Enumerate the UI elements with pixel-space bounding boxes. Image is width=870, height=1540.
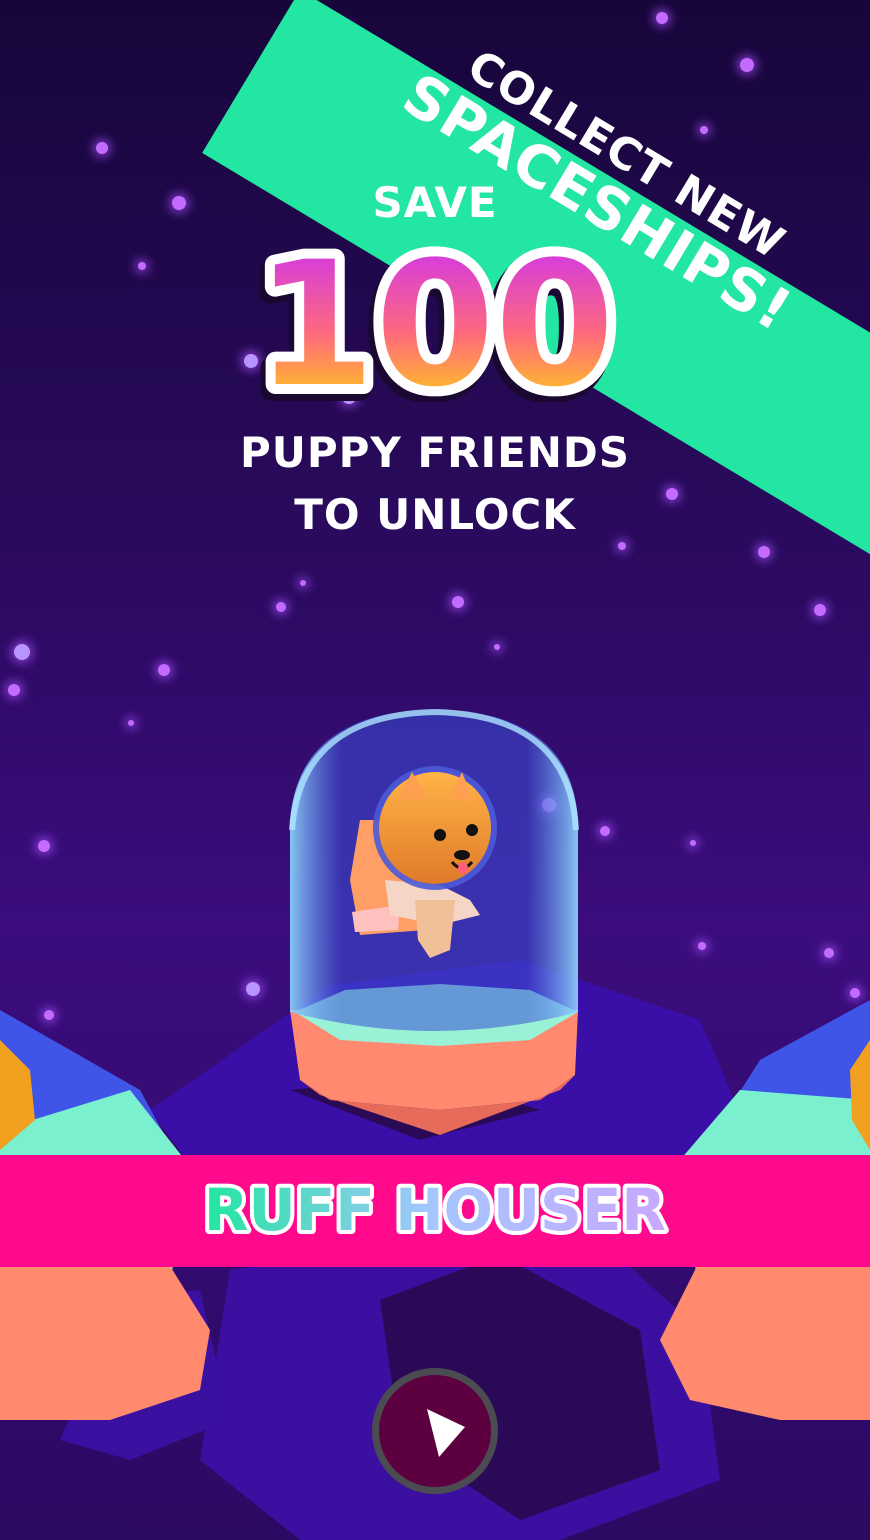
- star: [14, 644, 30, 660]
- character-name-graphic: RUFF HOUSER RUFF HOUSER: [200, 1172, 670, 1248]
- play-button[interactable]: [372, 1368, 498, 1494]
- star: [300, 580, 306, 586]
- character-name-text: RUFF HOUSER: [204, 1176, 666, 1244]
- puppy-count: 100 100 100: [0, 232, 870, 402]
- play-icon: [427, 1409, 465, 1457]
- star: [494, 644, 500, 650]
- unlock-text-line2: TO UNLOCK: [294, 490, 576, 539]
- star: [656, 12, 668, 24]
- star: [158, 664, 170, 676]
- save-label: SAVE: [372, 178, 498, 227]
- star: [700, 126, 708, 134]
- star: [276, 602, 286, 612]
- star: [618, 542, 626, 550]
- star: [96, 142, 108, 154]
- game-screen: COLLECT NEW SPACESHIPS! SAVE 100 100 100…: [0, 0, 870, 1540]
- character-name: RUFF HOUSER RUFF HOUSER: [0, 1168, 870, 1256]
- unlock-text-line1: PUPPY FRIENDS: [239, 428, 631, 477]
- star: [814, 604, 826, 616]
- star: [758, 546, 770, 558]
- star: [452, 596, 464, 608]
- puppy-count-graphic: 100 100 100: [245, 232, 625, 402]
- star: [740, 58, 754, 72]
- puppy-count-number: 100: [255, 232, 614, 402]
